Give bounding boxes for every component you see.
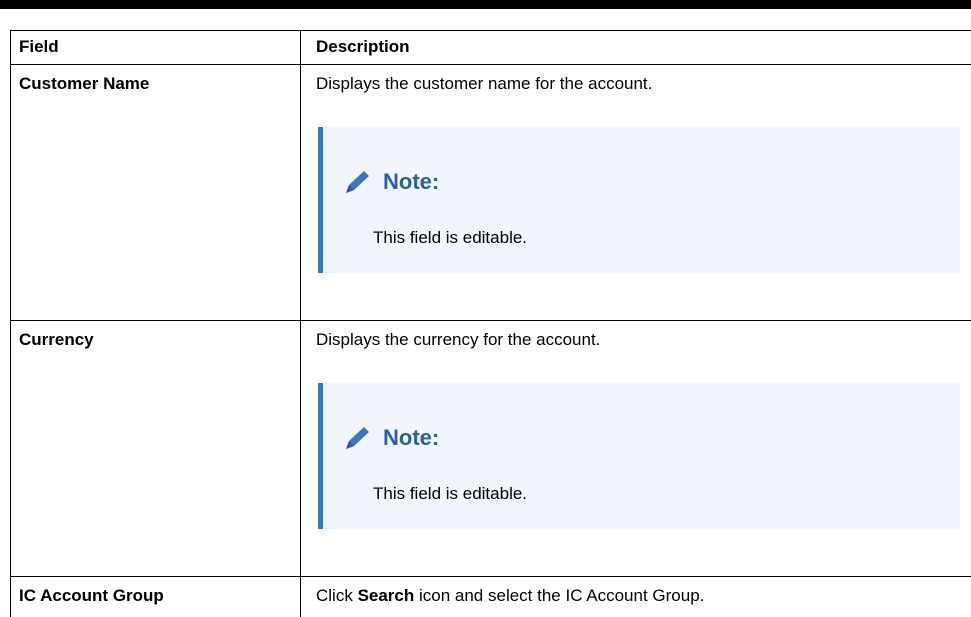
table-header-row: Field Description [11, 31, 971, 65]
note-text: This field is editable. [373, 228, 528, 247]
note-box: Note: This field is editable. [318, 383, 960, 529]
description-suffix: icon and select the IC Account Group. [414, 586, 705, 605]
field-name: IC Account Group [11, 577, 301, 617]
header-field: Field [11, 31, 301, 64]
pencil-icon [346, 171, 369, 193]
table-row: Customer Name Displays the customer name… [11, 65, 971, 321]
field-description: Displays the customer name for the accou… [301, 65, 971, 320]
note-heading: Note: [343, 425, 439, 451]
note-title: Note: [383, 425, 440, 450]
note-text: This field is editable. [373, 484, 528, 503]
note-heading: Note: [343, 169, 439, 195]
description-bold-search: Search [357, 586, 415, 605]
table-row: Currency Displays the currency for the a… [11, 321, 971, 577]
field-name: Currency [11, 321, 301, 576]
note-box: Note: This field is editable. [318, 127, 960, 273]
field-description: Displays the currency for the account. N… [301, 321, 971, 576]
field-description-table: Field Description Customer Name Displays… [10, 30, 971, 617]
pencil-icon [346, 427, 369, 449]
table-row: IC Account Group Click Search icon and s… [11, 577, 971, 617]
description-prefix: Click [316, 586, 358, 605]
field-description: Click Search icon and select the IC Acco… [301, 577, 971, 617]
note-title: Note: [383, 169, 440, 194]
top-rule [0, 0, 971, 9]
description-text: Displays the customer name for the accou… [316, 74, 653, 93]
field-name: Customer Name [11, 65, 301, 320]
header-description: Description [316, 37, 410, 56]
description-text: Displays the currency for the account. [316, 330, 601, 349]
